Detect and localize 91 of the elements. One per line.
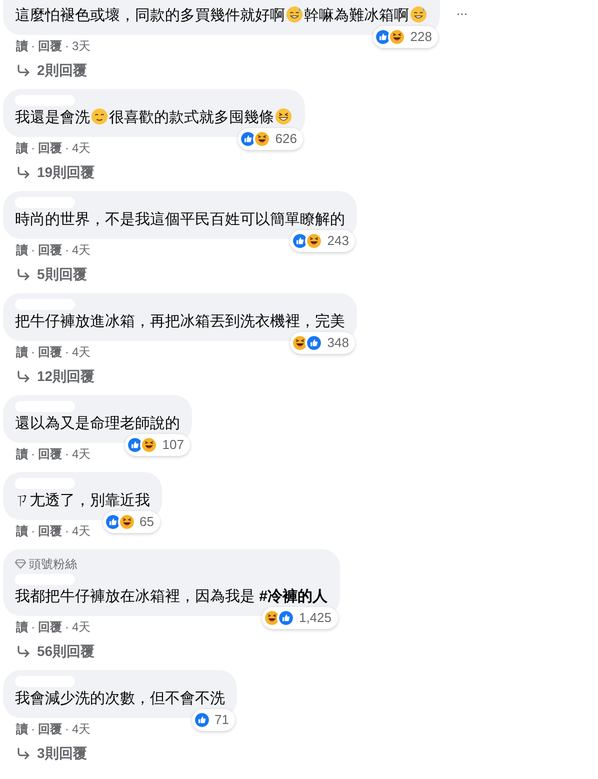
comment-action-link[interactable]: 讀 <box>16 522 28 540</box>
reaction-pill[interactable]: 107 <box>125 434 190 456</box>
reaction-pill[interactable]: 243 <box>290 230 355 252</box>
view-replies-link[interactable]: 2則回覆 <box>16 60 87 80</box>
separator-dot: · <box>65 721 69 738</box>
thumbs-up-icon <box>305 334 324 352</box>
view-replies-link[interactable]: 3則回覆 <box>16 743 87 763</box>
timestamp[interactable]: 4天 <box>72 241 91 259</box>
reply-arrow-icon <box>16 266 31 282</box>
separator-dot: · <box>31 523 35 540</box>
timestamp[interactable]: 4天 <box>72 720 91 738</box>
more-options-button[interactable]: ··· <box>456 6 467 20</box>
laughing-face-icon <box>140 436 158 454</box>
laughing-face-icon <box>253 130 272 148</box>
reaction-count: 1,425 <box>298 609 332 628</box>
reply-arrow-icon <box>16 746 31 760</box>
reply-arrow-icon <box>16 164 31 180</box>
timestamp[interactable]: 3天 <box>72 37 91 55</box>
timestamp[interactable]: 4天 <box>72 445 91 463</box>
separator-dot: · <box>31 619 35 636</box>
reaction-pill[interactable]: 65 <box>102 511 160 533</box>
smiling-face-emoji-icon <box>91 108 108 125</box>
comment-action-link[interactable]: 讀 <box>16 445 28 463</box>
reply-arrow-icon <box>16 644 31 658</box>
comment-text: 我都把牛仔褲放在冰箱裡，因為我是 #冷褲的人 <box>15 587 328 607</box>
comment-action-link[interactable]: 回覆 <box>38 241 62 259</box>
comment-text: 時尚的世界，不是我這個平民百姓可以簡單瞭解的 <box>15 210 345 230</box>
comment-action-link[interactable]: 讀 <box>16 618 28 636</box>
separator-dot: · <box>65 38 69 55</box>
comment-action-link[interactable]: 回覆 <box>38 720 62 738</box>
comment-action-link[interactable]: 回覆 <box>38 522 62 540</box>
separator-dot: · <box>31 140 35 157</box>
comment-text: 這麼怕褪色或壞，同款的多買幾件就好啊 幹嘛為難冰箱啊 <box>15 6 428 26</box>
grinning-sweat-emoji-icon <box>286 6 303 23</box>
separator-dot: · <box>31 344 35 361</box>
comment-action-link[interactable]: 讀 <box>16 139 28 157</box>
reaction-count: 65 <box>140 513 154 532</box>
grinning-sweat-emoji-icon <box>410 6 427 23</box>
separator-dot: · <box>31 721 35 738</box>
comment-action-link[interactable]: 讀 <box>16 241 28 259</box>
reaction-count: 107 <box>162 436 184 454</box>
reaction-count: 243 <box>327 232 349 250</box>
separator-dot: · <box>65 446 69 463</box>
reaction-count: 348 <box>327 334 349 352</box>
separator-dot: · <box>65 344 69 361</box>
reaction-pill[interactable]: 348 <box>290 332 355 354</box>
comment-action-link[interactable]: 回覆 <box>38 139 62 157</box>
comment-text: 還以為又是命理老師說的 <box>15 414 180 434</box>
view-replies-link[interactable]: 19則回覆 <box>16 162 95 182</box>
comment-action-link[interactable]: 讀 <box>16 720 28 738</box>
separator-dot: · <box>31 446 35 463</box>
diamond-icon <box>15 559 26 569</box>
laughing-face-emoji-icon <box>275 108 292 125</box>
comment-action-link[interactable]: 讀 <box>16 343 28 361</box>
laughing-face-icon <box>305 232 324 250</box>
laughing-face-icon <box>388 28 406 46</box>
comment-text: 我會減少洗的次數，但不會不洗 <box>15 689 225 709</box>
comment-action-link[interactable]: 回覆 <box>38 618 62 636</box>
comment-action-link[interactable]: 回覆 <box>38 37 62 55</box>
laughing-face-icon <box>118 513 136 531</box>
reaction-pill[interactable]: 228 <box>373 26 438 48</box>
reaction-count: 71 <box>214 711 229 730</box>
separator-dot: · <box>65 523 69 540</box>
view-replies-link[interactable]: 56則回覆 <box>16 641 95 661</box>
timestamp[interactable]: 4天 <box>72 139 91 157</box>
reaction-count: 626 <box>275 130 297 148</box>
timestamp[interactable]: 4天 <box>72 343 91 361</box>
view-replies-link[interactable]: 12則回覆 <box>16 366 95 386</box>
timestamp[interactable]: 4天 <box>72 522 91 540</box>
separator-dot: · <box>65 619 69 636</box>
thumbs-up-icon <box>192 711 211 729</box>
separator-dot: · <box>65 140 69 157</box>
separator-dot: · <box>31 38 35 55</box>
reaction-pill[interactable]: 71 <box>192 709 235 731</box>
reaction-pill[interactable]: 1,425 <box>262 607 338 629</box>
reply-arrow-icon <box>16 368 31 384</box>
reply-arrow-icon <box>16 62 31 78</box>
separator-dot: · <box>65 242 69 259</box>
thumbs-up-icon <box>276 609 295 627</box>
reaction-pill[interactable]: 626 <box>238 128 303 150</box>
comment-text: 把牛仔褲放進冰箱，再把冰箱丟到洗衣機裡，完美 <box>15 312 345 332</box>
comment-text: ㄗ尢透了，別靠近我 <box>15 491 150 511</box>
reaction-count: 228 <box>410 28 432 46</box>
comment-action-link[interactable]: 回覆 <box>38 343 62 361</box>
separator-dot: · <box>31 242 35 259</box>
comment-action-link[interactable]: 回覆 <box>38 445 62 463</box>
timestamp[interactable]: 4天 <box>72 618 91 636</box>
badge-label: 頭號粉絲 <box>29 556 77 573</box>
comment-action-link[interactable]: 讀 <box>16 37 28 55</box>
comment-text: 我還是會洗 很喜歡的款式就多囤幾條 <box>15 108 293 128</box>
view-replies-link[interactable]: 5則回覆 <box>16 264 87 284</box>
